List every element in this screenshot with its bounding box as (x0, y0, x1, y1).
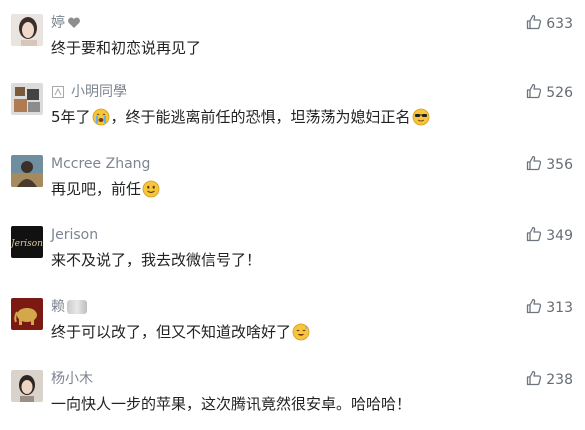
avatar-logo-text: Jerison (11, 239, 43, 249)
thumbs-up-icon[interactable] (526, 155, 542, 175)
name-row: 赖 (51, 297, 87, 317)
like-button[interactable]: 349 (526, 226, 573, 246)
like-button[interactable]: 238 (526, 370, 573, 390)
thumbs-up-icon[interactable] (526, 370, 542, 390)
comment-text-continued: ，终于能逃离前任的恐惧，坦荡荡为媳妇正名 (110, 108, 411, 126)
name-row: 婷 (51, 13, 81, 33)
avatar[interactable] (11, 370, 43, 402)
blurred-name-part (67, 300, 87, 314)
user-name[interactable]: 杨小木 (51, 369, 93, 389)
comment-text: 一向快人一步的苹果，这次腾讯竟然很安卓。哈哈哈！ (51, 393, 411, 415)
sunglasses-face-icon (412, 108, 430, 126)
like-count: 349 (546, 228, 573, 244)
comment-item: 赖 终于可以改了，但又不知道改啥好了 313 (0, 298, 585, 358)
comment-text: 来不及说了，我去改微信号了！ (51, 249, 261, 271)
heart-icon (67, 16, 81, 30)
comment-text-main: 终于可以改了，但又不知道改啥好了 (51, 323, 292, 341)
comment-item: 小明同學 5年了 ，终于能逃离前任的恐惧，坦荡荡为媳妇正名 526 (0, 83, 585, 143)
like-count: 356 (546, 157, 573, 173)
like-count: 526 (546, 85, 573, 101)
like-count: 238 (546, 372, 573, 388)
comment-text-main: 再见吧，前任 (51, 180, 142, 198)
rank-icon (51, 85, 65, 99)
thumbs-up-icon[interactable] (526, 14, 542, 34)
like-count: 633 (546, 16, 573, 32)
thumbs-up-icon[interactable] (526, 226, 542, 246)
name-row: Jerison (51, 225, 98, 245)
avatar[interactable] (11, 298, 43, 330)
name-row: 小明同學 (51, 82, 127, 102)
avatar[interactable] (11, 83, 43, 115)
user-name[interactable]: 赖 (51, 297, 65, 317)
like-button[interactable]: 633 (526, 14, 573, 34)
comment-text: 终于可以改了，但又不知道改啥好了 (51, 321, 310, 343)
user-name[interactable]: Jerison (51, 225, 98, 245)
user-name[interactable]: 婷 (51, 13, 65, 33)
like-button[interactable]: 313 (526, 298, 573, 318)
comment-item: Mccree Zhang 再见吧，前任 356 (0, 155, 585, 215)
comment-text: 5年了 ，终于能逃离前任的恐惧，坦荡荡为媳妇正名 (51, 106, 430, 128)
name-row: 杨小木 (51, 369, 93, 389)
comment-item: 杨小木 一向快人一步的苹果，这次腾讯竟然很安卓。哈哈哈！ 238 (0, 370, 585, 430)
sweat-smile-icon (292, 323, 310, 341)
like-button[interactable]: 356 (526, 155, 573, 175)
comment-text-main: 一向快人一步的苹果，这次腾讯竟然很安卓。哈哈哈！ (51, 395, 412, 413)
comment-text-main: 来不及说了，我去改微信号了！ (51, 251, 262, 269)
comment-text-main: 5年了 (51, 108, 91, 126)
comment-text: 终于要和初恋说再见了 (51, 37, 201, 59)
thumbs-up-icon[interactable] (526, 298, 542, 318)
name-row: Mccree Zhang (51, 154, 150, 174)
avatar[interactable]: Jerison (11, 226, 43, 258)
comment-item: 婷 终于要和初恋说再见了 633 (0, 14, 585, 74)
thumbs-up-icon[interactable] (526, 83, 542, 103)
crying-face-icon (92, 108, 110, 126)
user-name[interactable]: 小明同學 (71, 82, 127, 102)
avatar[interactable] (11, 155, 43, 187)
like-button[interactable]: 526 (526, 83, 573, 103)
user-name[interactable]: Mccree Zhang (51, 154, 150, 174)
like-count: 313 (546, 300, 573, 316)
smiling-face-icon (142, 180, 160, 198)
avatar[interactable] (11, 14, 43, 46)
comment-text-main: 终于要和初恋说再见了 (51, 39, 202, 57)
comment-text: 再见吧，前任 (51, 178, 160, 200)
comment-item: Jerison Jerison 来不及说了，我去改微信号了！ 349 (0, 226, 585, 286)
